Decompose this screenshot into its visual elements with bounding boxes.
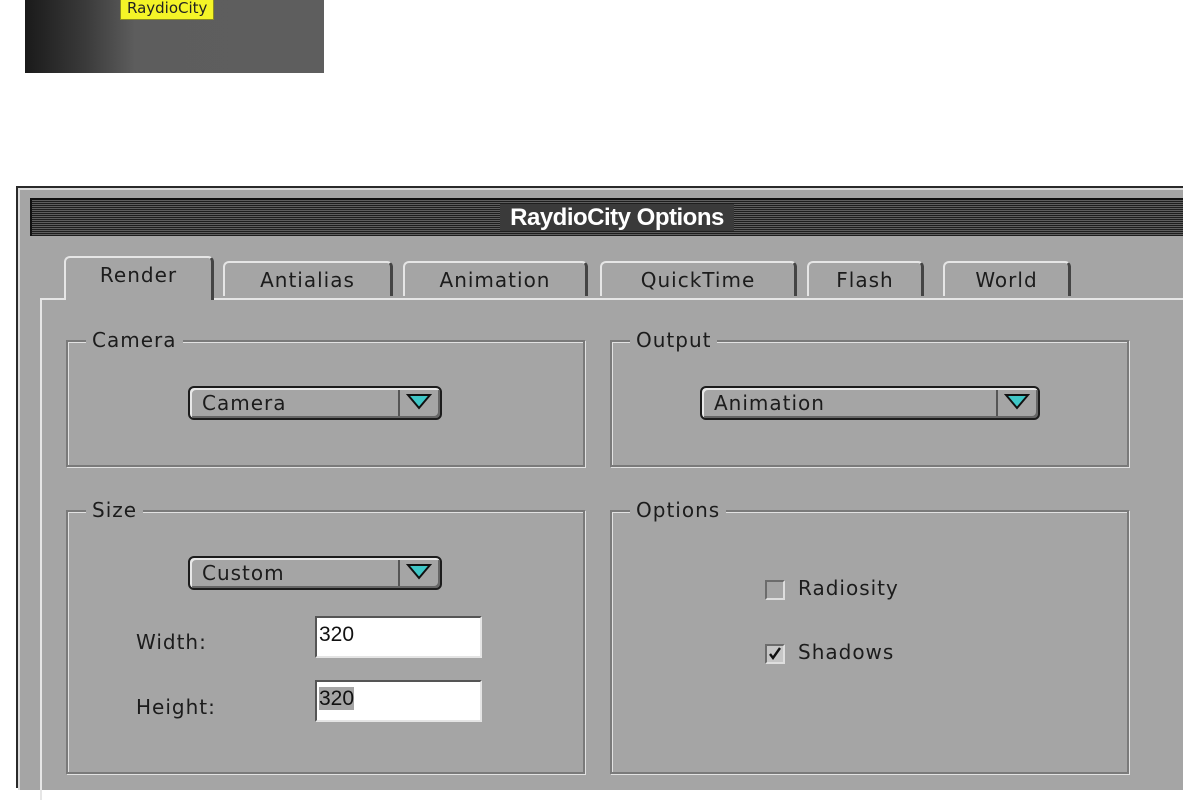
tab-render[interactable]: Render <box>64 256 214 300</box>
thumbnail-label: RaydioCity <box>120 0 215 20</box>
options-dialog: RaydioCity Options Render Antialias Anim… <box>18 188 1183 800</box>
tab-antialias[interactable]: Antialias <box>223 261 393 296</box>
preview-thumbnail: RaydioCity <box>25 0 324 73</box>
chevron-down-icon[interactable] <box>398 560 438 586</box>
shadows-checkbox[interactable] <box>765 644 785 664</box>
width-value: 320 <box>319 623 355 646</box>
width-field[interactable]: 320 <box>315 616 482 658</box>
radiosity-label[interactable]: Radiosity <box>798 576 899 600</box>
size-group: Size Custom Width: 320 Height: 320 <box>66 498 585 774</box>
shadows-label[interactable]: Shadows <box>798 640 894 664</box>
options-group-label: Options <box>630 498 727 522</box>
render-tab-panel: Camera Camera Output Animation Size Cust… <box>40 298 1183 800</box>
height-label: Height: <box>136 695 216 719</box>
height-field[interactable]: 320 <box>315 680 482 722</box>
camera-group-label: Camera <box>86 328 183 352</box>
size-dropdown-value: Custom <box>202 561 285 585</box>
width-label: Width: <box>136 630 207 654</box>
options-group: Options Radiosity Shadows <box>610 498 1129 774</box>
tab-quicktime[interactable]: QuickTime <box>600 261 797 296</box>
size-group-label: Size <box>86 498 144 522</box>
camera-dropdown-value: Camera <box>202 391 287 415</box>
window-title: RaydioCity Options <box>32 200 1183 236</box>
tab-flash[interactable]: Flash <box>807 261 924 296</box>
title-bar[interactable]: RaydioCity Options <box>30 198 1183 236</box>
size-dropdown[interactable]: Custom <box>188 556 442 590</box>
output-dropdown[interactable]: Animation <box>700 386 1040 420</box>
checkmark-icon <box>769 647 781 661</box>
tab-world[interactable]: World <box>943 261 1071 296</box>
chevron-down-icon[interactable] <box>996 390 1036 416</box>
tab-animation[interactable]: Animation <box>403 261 588 296</box>
chevron-down-icon[interactable] <box>398 390 438 416</box>
output-group-label: Output <box>630 328 718 352</box>
output-group: Output Animation <box>610 328 1129 467</box>
output-dropdown-value: Animation <box>714 391 825 415</box>
camera-dropdown[interactable]: Camera <box>188 386 442 420</box>
height-value: 320 <box>319 687 355 710</box>
camera-group: Camera Camera <box>66 328 585 467</box>
radiosity-checkbox[interactable] <box>765 580 785 600</box>
